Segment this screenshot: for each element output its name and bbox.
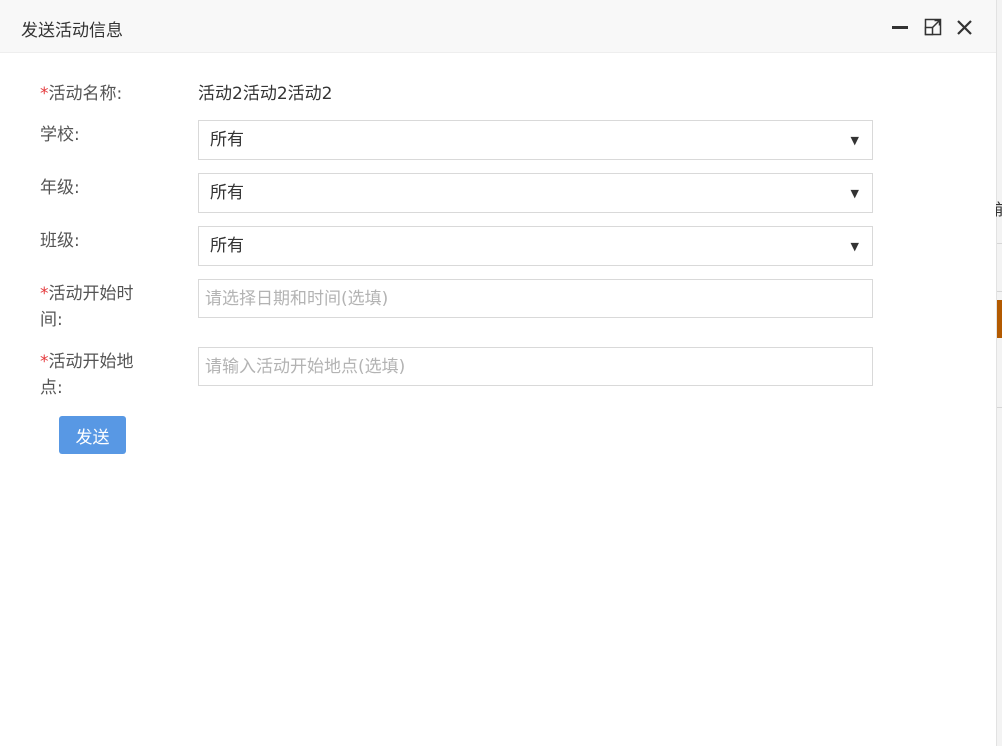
close-button[interactable] bbox=[954, 15, 976, 39]
background-page-edge bbox=[996, 0, 1002, 746]
start-time-label-line1: 活动开始时 bbox=[48, 284, 134, 304]
class-label: 班级: bbox=[40, 231, 80, 251]
minimize-icon bbox=[892, 26, 908, 29]
dialog-titlebar: 发送活动信息 bbox=[0, 0, 996, 53]
close-icon bbox=[957, 20, 972, 35]
class-select[interactable]: 所有 ▼ bbox=[198, 226, 873, 266]
required-mark: * bbox=[40, 284, 49, 304]
activity-name-label-text: 活动名称: bbox=[48, 84, 123, 104]
caret-down-icon: ▼ bbox=[850, 240, 859, 253]
start-time-label: *活动开始时 间: bbox=[40, 281, 134, 333]
activity-name-value: 活动2活动2活动2 bbox=[198, 84, 333, 104]
school-select[interactable]: 所有 ▼ bbox=[198, 120, 873, 160]
maximize-icon bbox=[924, 18, 942, 36]
send-activity-dialog: 发送活动信息 *活动名称: 活动2活动2活动2 学校: 所有 ▼ 年级: 所有 … bbox=[0, 0, 996, 746]
grade-select-value: 所有 bbox=[210, 183, 244, 203]
background-divider bbox=[997, 407, 1002, 408]
grade-label: 年级: bbox=[40, 178, 80, 198]
grade-select[interactable]: 所有 ▼ bbox=[198, 173, 873, 213]
caret-down-icon: ▼ bbox=[850, 134, 859, 147]
required-mark: * bbox=[40, 352, 49, 372]
start-location-label-line1: 活动开始地 bbox=[48, 352, 134, 372]
school-label: 学校: bbox=[40, 125, 80, 145]
start-time-input[interactable] bbox=[198, 279, 873, 318]
start-location-input[interactable] bbox=[198, 347, 873, 386]
start-time-label-line2: 间: bbox=[40, 310, 63, 330]
dialog-title: 发送活动信息 bbox=[21, 21, 123, 41]
activity-name-label: *活动名称: bbox=[40, 81, 122, 107]
background-highlight bbox=[997, 300, 1002, 338]
start-location-label: *活动开始地 点: bbox=[40, 349, 134, 401]
class-select-value: 所有 bbox=[210, 236, 244, 256]
caret-down-icon: ▼ bbox=[850, 187, 859, 200]
maximize-button[interactable] bbox=[922, 15, 944, 39]
send-button[interactable]: 发送 bbox=[59, 416, 126, 454]
background-divider bbox=[997, 291, 1002, 292]
start-location-label-line2: 点: bbox=[40, 378, 63, 398]
required-mark: * bbox=[40, 84, 49, 104]
minimize-button[interactable] bbox=[889, 15, 911, 39]
school-select-value: 所有 bbox=[210, 130, 244, 150]
background-divider bbox=[997, 243, 1002, 244]
